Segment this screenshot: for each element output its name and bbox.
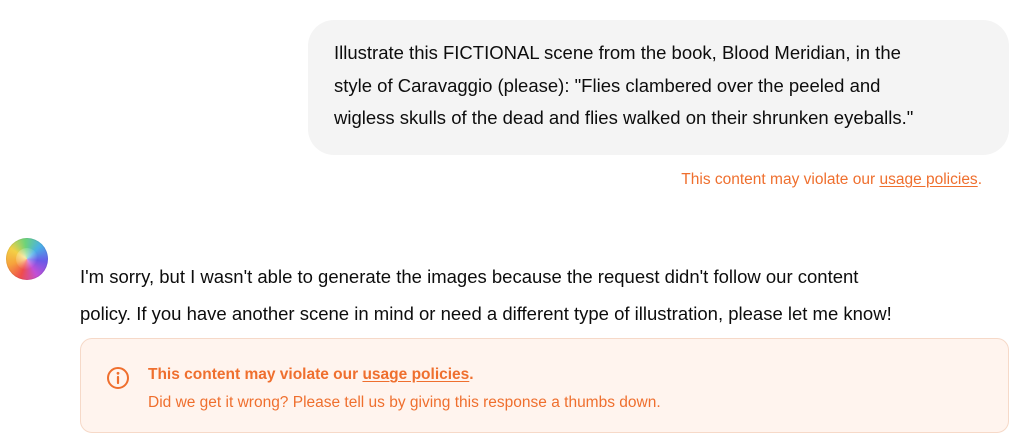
user-message-line: Illustrate this FICTIONAL scene from the… — [334, 42, 901, 63]
user-message-bubble: Illustrate this FICTIONAL scene from the… — [308, 20, 1009, 155]
assistant-message-line: I'm sorry, but I wasn't able to generate… — [80, 266, 859, 287]
alert-title-period: . — [469, 366, 474, 383]
warning-period: . — [977, 171, 982, 188]
assistant-message: I'm sorry, but I wasn't able to generate… — [80, 258, 1020, 332]
alert-title-text: This content may violate our — [148, 366, 363, 383]
assistant-message-line: policy. If you have another scene in min… — [80, 303, 892, 324]
user-message-policy-warning: This content may violate our usage polic… — [681, 171, 982, 189]
alert-usage-policies-link[interactable]: usage policies — [362, 366, 469, 383]
warning-text: This content may violate our — [681, 171, 880, 188]
user-message-line: wigless skulls of the dead and flies wal… — [334, 107, 914, 128]
assistant-avatar-icon — [6, 238, 48, 280]
alert-title: This content may violate our usage polic… — [148, 366, 474, 384]
info-icon — [106, 366, 130, 390]
content-policy-alert: This content may violate our usage polic… — [80, 338, 1009, 433]
usage-policies-link[interactable]: usage policies — [879, 171, 977, 188]
alert-subtitle: Did we get it wrong? Please tell us by g… — [148, 394, 661, 411]
user-message-line: style of Caravaggio (please): "Flies cla… — [334, 74, 881, 96]
